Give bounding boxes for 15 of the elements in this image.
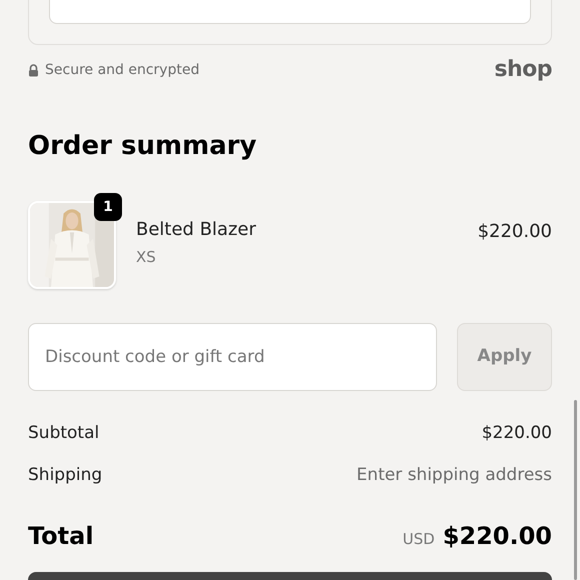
product-name: Belted Blazer bbox=[136, 219, 256, 242]
summary-label: Subtotal bbox=[28, 422, 100, 445]
order-summary-title: Order summary bbox=[28, 133, 258, 159]
currency-code: USD bbox=[402, 529, 435, 550]
total-value: $220.00 bbox=[442, 521, 552, 552]
quantity-badge: 1 bbox=[94, 193, 122, 221]
total-label: Total bbox=[28, 521, 94, 552]
summary-value: Enter shipping address bbox=[356, 464, 552, 486]
product-price: $220.00 bbox=[478, 220, 552, 244]
summary-label: Shipping bbox=[28, 464, 102, 486]
lock-icon bbox=[28, 64, 39, 76]
product-variant: XS bbox=[136, 248, 157, 266]
summary-value: $220.00 bbox=[482, 422, 552, 445]
secure-note: Secure and encrypted bbox=[45, 60, 200, 80]
shop-logo: shop bbox=[494, 59, 552, 81]
